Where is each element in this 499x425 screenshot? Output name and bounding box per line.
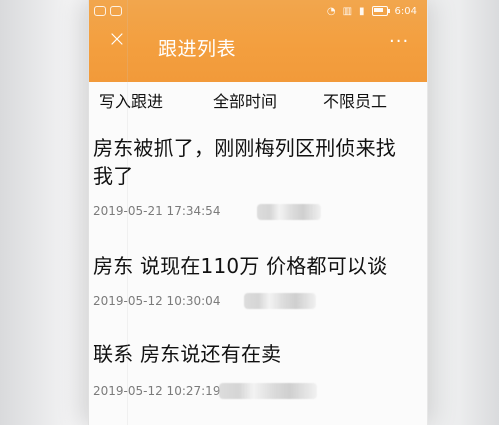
followup-text: 房东 说现在110万 价格都可以谈 [93, 254, 388, 278]
battery-icon [371, 6, 390, 16]
phone-screen: ◔ ▥ ▮ 6:04 × 跟进列表 ··· 写入跟进 全部时间 不限员工 房东被… [88, 0, 428, 425]
status-time: 6:04 [394, 5, 417, 17]
notification-icon [94, 6, 106, 16]
close-icon: × [107, 27, 127, 52]
staff-filter[interactable]: 不限员工 [323, 88, 387, 112]
time-filter[interactable]: 全部时间 [213, 88, 277, 112]
write-followup-button[interactable]: 写入跟进 [99, 88, 163, 112]
followup-time: 2019-05-21 17:34:54 [93, 204, 221, 218]
redacted-name [257, 204, 321, 220]
screen-fold-line [127, 0, 128, 425]
phone-photo: ◔ ▥ ▮ 6:04 × 跟进列表 ··· 写入跟进 全部时间 不限员工 房东被… [0, 0, 499, 425]
app-icon [110, 6, 122, 16]
page-title: 跟进列表 [158, 38, 237, 60]
followup-text: 房东被抓了，刚刚梅列区刑侦来找我了 [93, 136, 396, 188]
filter-bar: 写入跟进 全部时间 不限员工 [89, 84, 427, 119]
more-button[interactable]: ··· [389, 33, 409, 51]
header-bar: ◔ ▥ ▮ 6:04 × 跟进列表 ··· [89, 0, 427, 82]
followup-time: 2019-05-12 10:30:04 [93, 294, 221, 308]
alarm-icon: ◔ [326, 5, 336, 17]
vibrate-icon: ▥ [342, 5, 353, 17]
status-left [94, 4, 122, 18]
signal-icon: ▮ [359, 5, 365, 17]
more-icon: ··· [389, 31, 410, 52]
close-button[interactable]: × [107, 27, 127, 52]
redacted-name [219, 383, 317, 399]
followup-text: 联系 房东说还有在卖 [93, 342, 282, 366]
redacted-name [244, 293, 316, 309]
status-bar: ◔ ▥ ▮ 6:04 [327, 4, 417, 18]
followup-time: 2019-05-12 10:27:19 [93, 384, 221, 398]
